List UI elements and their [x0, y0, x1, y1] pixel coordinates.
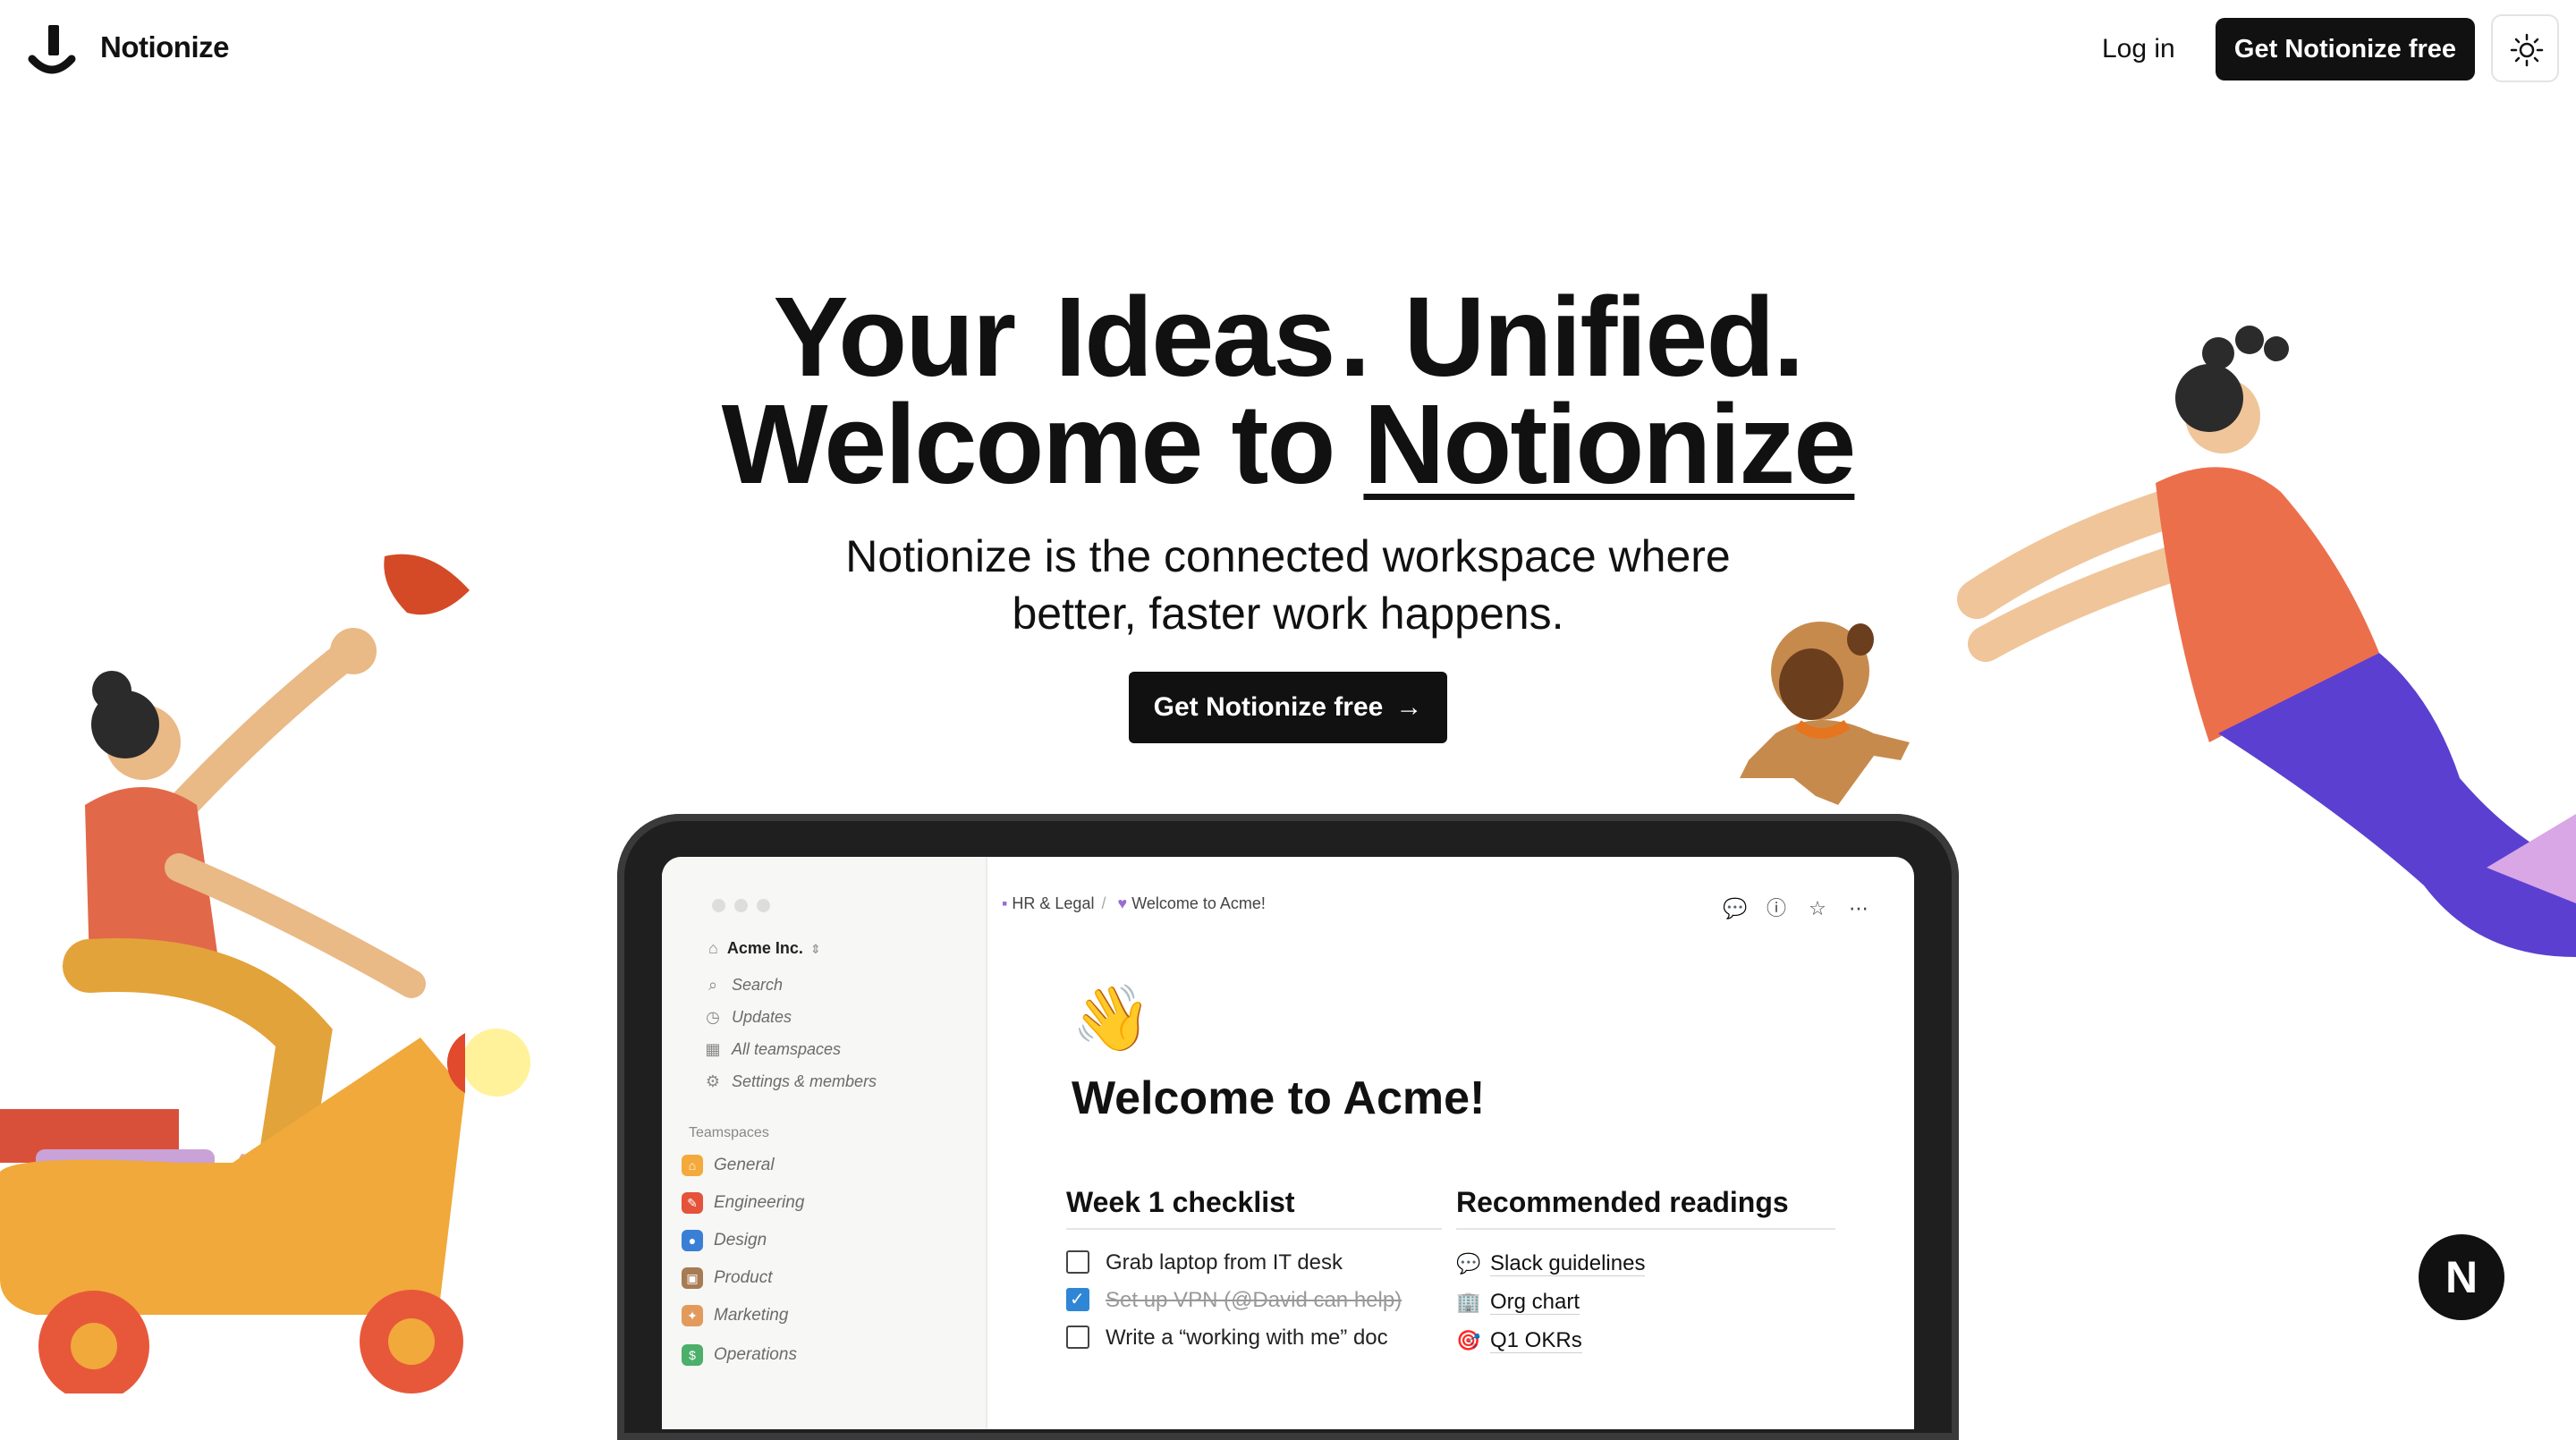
house-icon: ⌂	[682, 1155, 703, 1176]
teamspace-label: Engineering	[714, 1193, 805, 1213]
sidebar-item-label: Settings & members	[732, 1072, 877, 1090]
gear-icon: ⚙	[705, 1072, 721, 1090]
hero-subtitle: Notionize is the connected workspace whe…	[751, 528, 1825, 642]
readings-heading: Recommended readings	[1456, 1186, 1835, 1230]
checklist-item[interactable]: Set up VPN (@David can help)	[1066, 1281, 1442, 1319]
page-toolbar: 💬 ⓘ ☆ ⋯	[1708, 893, 1873, 921]
wave-icon: ♥	[1117, 894, 1128, 912]
teamspace-label: General	[714, 1156, 775, 1175]
person-icon: ▪	[1002, 894, 1008, 912]
building-icon: 🏢	[1456, 1291, 1481, 1313]
notionize-n-badge[interactable]: N	[2419, 1234, 2504, 1320]
flying-person-illustration	[1957, 326, 2576, 957]
reading-link-text: Org chart	[1490, 1290, 1580, 1315]
dollar-icon: $	[682, 1344, 703, 1366]
arrow-right-icon: →	[1395, 692, 1423, 722]
reading-link-text: Slack guidelines	[1490, 1251, 1646, 1276]
breadcrumb: ▪ HR & Legal / ♥ Welcome to Acme!	[1002, 894, 1266, 912]
breadcrumb-current-page[interactable]: Welcome to Acme!	[1131, 894, 1266, 912]
reading-link[interactable]: 💬 Slack guidelines	[1456, 1244, 1835, 1283]
comment-icon[interactable]: 💬	[1721, 897, 1750, 920]
speech-bubble-icon: 💬	[1456, 1252, 1481, 1275]
hero-subtitle-line2: better, faster work happens.	[1012, 589, 1564, 639]
sidebar-item-teamspaces[interactable]: ▦ All teamspaces	[703, 1040, 841, 1059]
hero-welcome-to: Welcome to	[721, 381, 1336, 507]
checklist-item-text: Write a “working with me” doc	[1106, 1326, 1388, 1350]
sidebar-item-label: Updates	[732, 1008, 792, 1026]
megaphone-icon: ✦	[682, 1305, 703, 1326]
teamspace-engineering[interactable]: ✎ Engineering	[682, 1192, 804, 1214]
teamspace-marketing[interactable]: ✦ Marketing	[682, 1305, 788, 1326]
sidebar-item-search[interactable]: ⌕ Search	[703, 976, 783, 995]
sidebar-item-updates[interactable]: ◷ Updates	[703, 1008, 792, 1027]
hero-cta-label: Get Notionize free	[1153, 692, 1384, 722]
grid-icon: ▦	[705, 1040, 721, 1058]
box-icon: ▣	[682, 1267, 703, 1289]
breadcrumb-hr-legal[interactable]: HR & Legal	[1012, 894, 1094, 912]
theme-toggle-button[interactable]	[2491, 14, 2559, 82]
teamspace-label: Design	[714, 1231, 767, 1250]
window-controls	[712, 899, 779, 917]
teamspace-general[interactable]: ⌂ General	[682, 1155, 775, 1176]
teamspace-operations[interactable]: $ Operations	[682, 1344, 797, 1366]
n-logo-icon: N	[2445, 1252, 2479, 1302]
scooter-rider-illustration	[0, 554, 530, 1393]
login-link[interactable]: Log in	[2084, 18, 2193, 80]
sidebar-item-label: Search	[732, 976, 784, 994]
checkbox-checked[interactable]	[1066, 1281, 1089, 1318]
teamspace-label: Operations	[714, 1345, 797, 1365]
workspace-switcher[interactable]: ⌂ Acme Inc. ⇕	[708, 939, 821, 958]
top-nav: Notionize Log in Get Notionize free	[0, 0, 2576, 98]
chevron-updown-icon: ⇕	[809, 942, 821, 956]
clock-icon: ◷	[706, 1008, 720, 1026]
target-icon: 🎯	[1456, 1329, 1481, 1351]
app-screenshot: ⌂ Acme Inc. ⇕ ⌕ Search ◷ Updates ▦ All teamsp…	[662, 857, 1914, 1429]
app-sidebar: ⌂ Acme Inc. ⇕ ⌕ Search ◷ Updates ▦ All teamsp…	[662, 857, 987, 1429]
teamspace-label: Product	[714, 1268, 773, 1288]
brand-logo-icon[interactable]	[27, 25, 77, 77]
sidebar-item-settings[interactable]: ⚙ Settings & members	[703, 1072, 877, 1091]
hero-subtitle-line1: Notionize is the connected workspace whe…	[845, 531, 1731, 581]
get-notionize-free-button[interactable]: Get Notionize free	[2216, 18, 2475, 80]
search-icon: ⌕	[708, 976, 718, 994]
more-icon[interactable]: ⋯	[1844, 897, 1873, 920]
wrench-icon: ✎	[682, 1192, 703, 1214]
teamspace-label: Marketing	[714, 1306, 789, 1326]
teamspace-product[interactable]: ▣ Product	[682, 1267, 772, 1289]
info-icon[interactable]: ⓘ	[1762, 893, 1791, 921]
checklist-column: Week 1 checklist Grab laptop from IT des…	[1066, 1186, 1442, 1357]
sun-icon	[2510, 33, 2544, 67]
page-title: Welcome to Acme!	[1072, 1072, 1486, 1124]
reading-link[interactable]: 🏢 Org chart	[1456, 1283, 1835, 1321]
checklist-item[interactable]: Grab laptop from IT desk	[1066, 1244, 1442, 1282]
reading-link[interactable]: 🎯 Q1 OKRs	[1456, 1321, 1835, 1360]
checklist-item-text: Set up VPN (@David can help)	[1106, 1288, 1402, 1312]
checklist-item-text: Grab laptop from IT desk	[1106, 1250, 1343, 1275]
checklist-item[interactable]: Write a “working with me” doc	[1066, 1319, 1442, 1357]
dog-illustration	[1740, 622, 1910, 805]
checkbox[interactable]	[1066, 1325, 1089, 1349]
star-icon[interactable]: ☆	[1803, 897, 1832, 920]
checklist-heading: Week 1 checklist	[1066, 1186, 1442, 1230]
hero-cta-button[interactable]: Get Notionize free →	[1129, 672, 1447, 743]
sidebar-item-label: All teamspaces	[732, 1040, 842, 1058]
home-icon: ⌂	[708, 939, 718, 957]
reading-link-text: Q1 OKRs	[1490, 1328, 1582, 1353]
palette-icon: ●	[682, 1230, 703, 1251]
teamspace-design[interactable]: ● Design	[682, 1230, 767, 1251]
checkbox[interactable]	[1066, 1249, 1089, 1274]
workspace-name: Acme Inc.	[726, 939, 803, 957]
readings-column: Recommended readings 💬 Slack guidelines 🏢…	[1456, 1186, 1835, 1360]
waving-hand-icon: 👋	[1072, 983, 1152, 1055]
teamspaces-heading: Teamspaces	[689, 1125, 769, 1140]
hero-brand-underlined: Notionize	[1363, 381, 1856, 507]
brand-name[interactable]: Notionize	[100, 30, 229, 64]
